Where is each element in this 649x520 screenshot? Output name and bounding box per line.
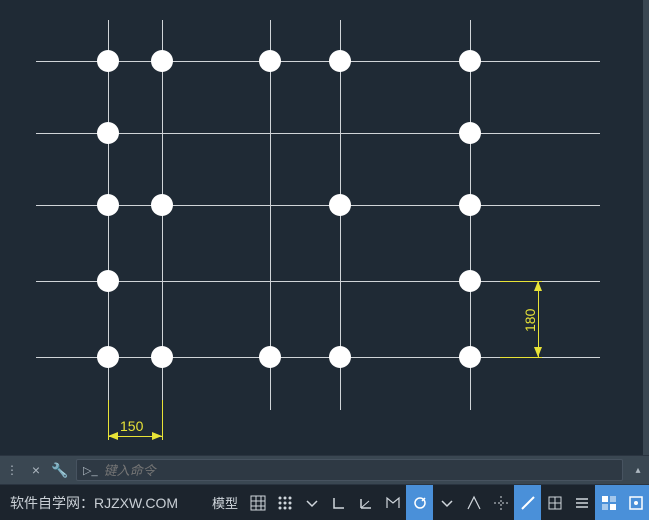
grid-node — [329, 194, 351, 216]
status-bar: 软件自学网：RJZXW.COM 模型 — [0, 485, 649, 520]
grid-node — [151, 194, 173, 216]
dim-varrow-t — [534, 281, 542, 291]
cmd-scroll-up[interactable]: ▴ — [627, 465, 649, 476]
quick-properties-icon[interactable] — [622, 485, 649, 520]
grid-node — [259, 50, 281, 72]
watermark-text: 软件自学网：RJZXW.COM — [0, 493, 178, 513]
grid-node — [97, 270, 119, 292]
grid-node — [459, 50, 481, 72]
snap-mode-icon[interactable] — [271, 485, 298, 520]
grid-hline — [36, 205, 600, 206]
selection-cycling-icon[interactable] — [568, 485, 595, 520]
dynamic-input-icon[interactable] — [595, 485, 622, 520]
dim-htext: 150 — [120, 418, 143, 434]
grid-node — [151, 50, 173, 72]
dim-harrow-r — [152, 432, 162, 440]
lineweight-icon[interactable] — [514, 485, 541, 520]
close-icon[interactable]: × — [24, 455, 48, 485]
grid-display-icon[interactable] — [244, 485, 271, 520]
cmd-menu-icon[interactable]: ⋮ — [0, 455, 24, 485]
grid-node — [151, 346, 173, 368]
grid-node — [459, 122, 481, 144]
scrollbar-right[interactable] — [643, 0, 649, 520]
dim-harrow-l — [108, 432, 118, 440]
dim-vext2 — [500, 357, 542, 358]
grid-node — [459, 270, 481, 292]
grid-node — [329, 346, 351, 368]
cad-canvas[interactable]: 150 180 — [0, 0, 649, 455]
osnap-icon[interactable] — [406, 485, 433, 520]
dim-hext2 — [162, 400, 163, 440]
cmd-caret-icon: ▷_ — [83, 464, 98, 477]
grid-node — [259, 346, 281, 368]
command-input[interactable] — [104, 463, 616, 478]
grid-node — [97, 346, 119, 368]
dim-varrow-b — [534, 347, 542, 357]
isodraft-icon[interactable] — [379, 485, 406, 520]
model-button[interactable]: 模型 — [206, 485, 244, 520]
3dosnap-icon[interactable] — [460, 485, 487, 520]
grid-hline — [36, 133, 600, 134]
grid-node — [97, 122, 119, 144]
grid-node — [329, 50, 351, 72]
grid-hline — [36, 61, 600, 62]
grid-node — [97, 50, 119, 72]
transparency-icon[interactable] — [541, 485, 568, 520]
command-input-wrap[interactable]: ▷_ — [76, 459, 623, 481]
dim-vtext: 180 — [522, 309, 538, 332]
dropdown2-icon[interactable] — [433, 485, 460, 520]
grid-node — [459, 346, 481, 368]
ortho-icon[interactable] — [325, 485, 352, 520]
command-bar: ⋮ × 🔧 ▷_ ▴ — [0, 455, 649, 485]
polar-icon[interactable] — [352, 485, 379, 520]
otrack-icon[interactable] — [487, 485, 514, 520]
grid-node — [97, 194, 119, 216]
dropdown-icon[interactable] — [298, 485, 325, 520]
status-buttons: 模型 — [206, 485, 649, 520]
dim-vline — [538, 281, 539, 357]
grid-node — [459, 194, 481, 216]
wrench-icon[interactable]: 🔧 — [48, 455, 72, 485]
